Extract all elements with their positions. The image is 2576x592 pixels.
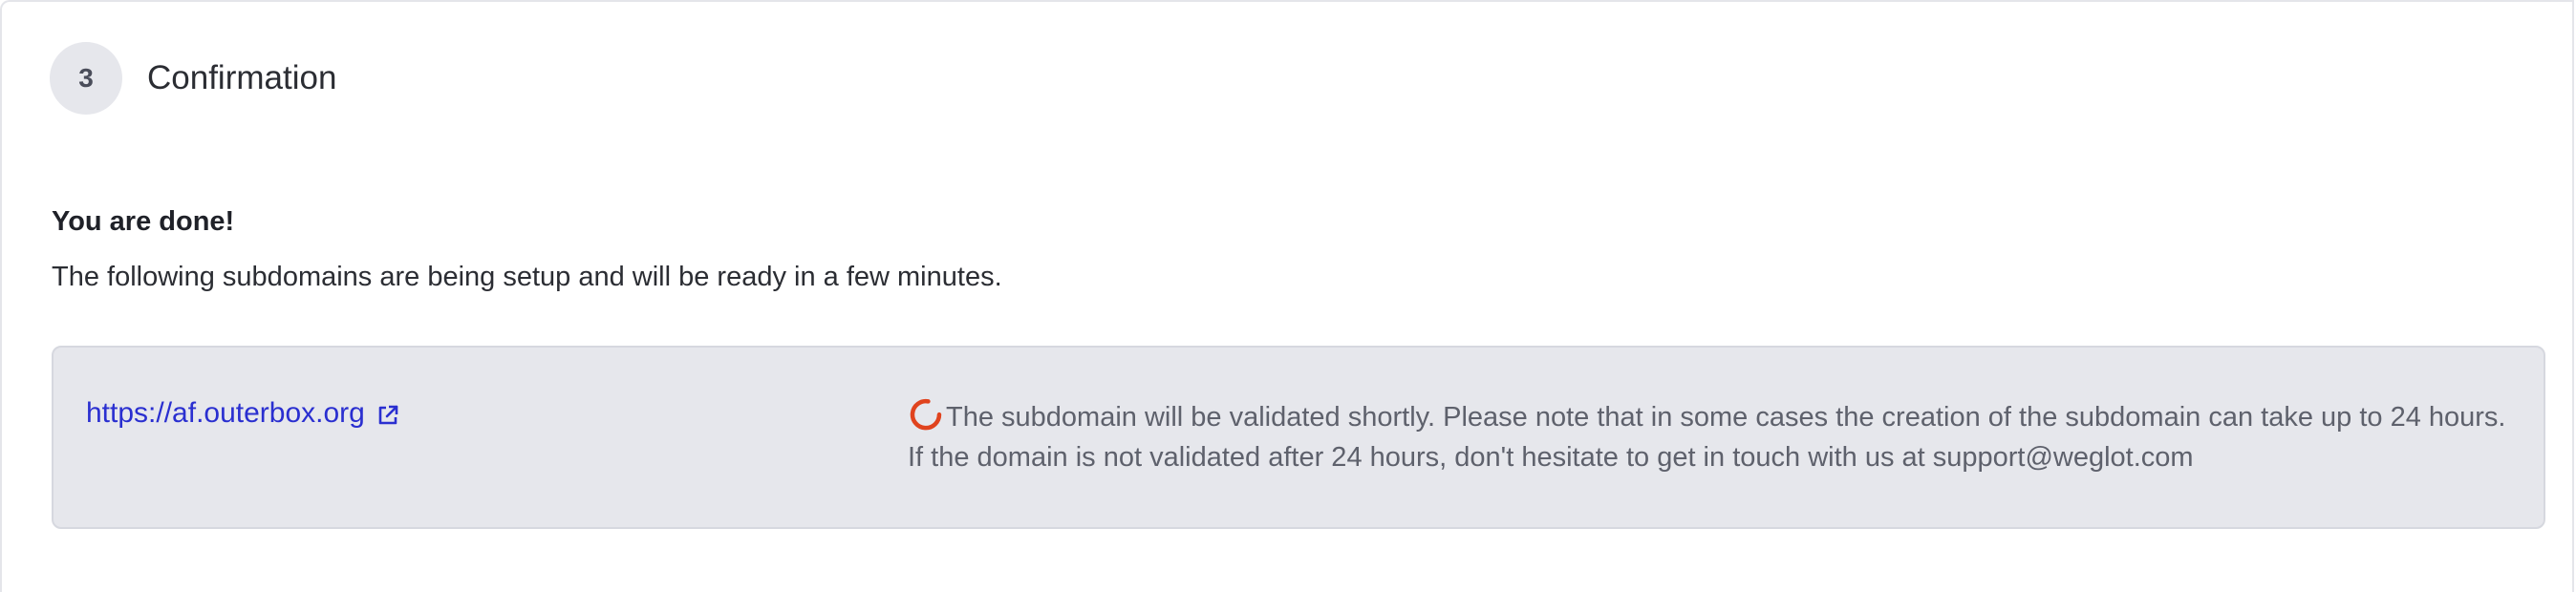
done-description: The following subdomains are being setup… (52, 262, 1002, 292)
external-link-icon (376, 402, 399, 425)
subdomain-link[interactable]: https://af.outerbox.org (86, 397, 399, 430)
subdomain-status: The subdomain will be validated shortly.… (908, 397, 2513, 477)
loading-spinner-icon (908, 398, 942, 433)
step-header: 3 Confirmation (50, 42, 336, 115)
step-number-badge: 3 (50, 42, 122, 115)
subdomain-card: https://af.outerbox.org The subdomain wi… (52, 346, 2545, 529)
subdomain-url: https://af.outerbox.org (86, 397, 365, 429)
step-title: Confirmation (147, 59, 337, 96)
confirmation-panel: 3 Confirmation You are done! The followi… (0, 0, 2574, 592)
done-heading: You are done! (52, 206, 235, 237)
subdomain-status-text: The subdomain will be validated shortly.… (908, 402, 2506, 473)
